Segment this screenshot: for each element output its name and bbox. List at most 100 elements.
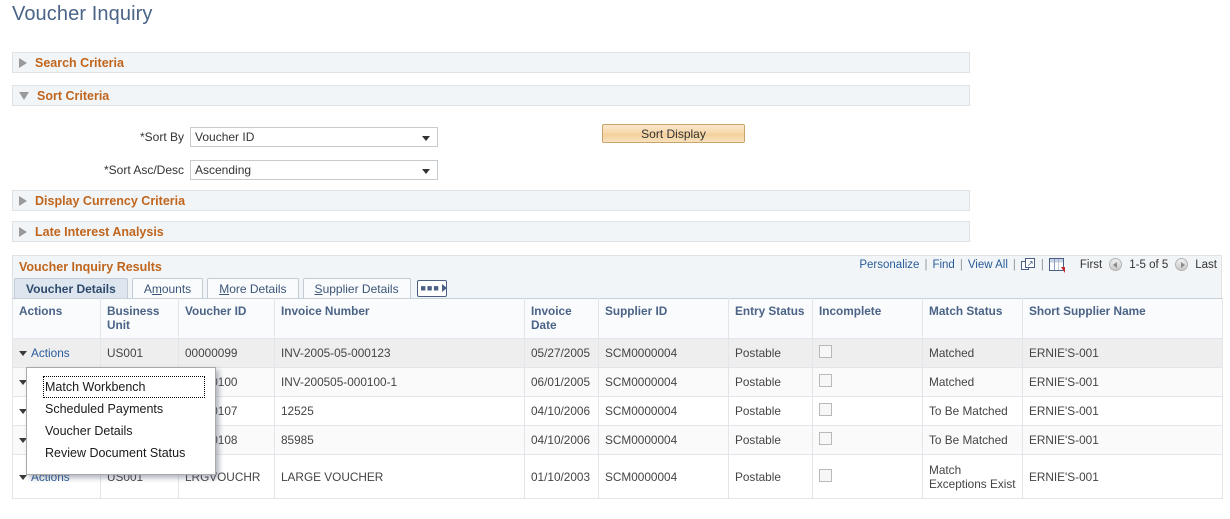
cell-incomplete <box>812 367 923 397</box>
row-actions-cell[interactable]: Actions <box>12 338 101 368</box>
pager-last-label[interactable]: Last <box>1195 259 1217 271</box>
cell-incomplete <box>812 454 923 499</box>
next-arrow-icon[interactable] <box>1175 258 1189 271</box>
cell-supplier-id: SCM0000004 <box>598 425 729 455</box>
grid-toolbar: Personalize | Find | View All | ↗ | Firs… <box>859 258 1217 273</box>
menu-item-review-document-status[interactable]: Review Document Status <box>27 442 215 464</box>
cell-invoice-number: INV-200505-000100-1 <box>274 367 525 397</box>
cell-match-status: Match Exceptions Exist <box>922 454 1023 499</box>
table-row: Actions US001 00000099 INV-2005-05-00012… <box>12 338 1223 368</box>
sort-criteria-body: *Sort By Voucher ID *Sort Asc/Desc Ascen… <box>0 108 970 186</box>
section-label: Sort Criteria <box>37 88 110 103</box>
col-invoice-date: Invoice Date <box>524 298 599 339</box>
tab-amounts[interactable]: Amounts <box>131 278 204 298</box>
voucher-inquiry-page: Voucher Inquiry Search Criteria Sort Cri… <box>0 0 1230 519</box>
cell-invoice-date: 01/10/2003 <box>524 454 599 499</box>
prev-arrow-icon[interactable] <box>1109 258 1123 271</box>
separator: | <box>1012 258 1016 271</box>
cell-supplier-id: SCM0000004 <box>598 338 729 368</box>
menu-item-match-workbench[interactable]: Match Workbench <box>43 376 205 398</box>
cell-invoice-number: 85985 <box>274 425 525 455</box>
show-all-columns-icon[interactable]: ■■■ <box>416 280 447 297</box>
col-match-status: Match Status <box>922 298 1023 339</box>
sort-by-select[interactable]: Voucher ID <box>190 127 438 147</box>
cell-invoice-date: 04/10/2006 <box>524 425 599 455</box>
cell-match-status: To Be Matched <box>922 396 1023 426</box>
cell-match-status: Matched <box>922 338 1023 368</box>
tab-more-details[interactable]: More Details <box>207 278 299 298</box>
sort-direction-select[interactable]: Ascending <box>190 160 438 180</box>
sort-direction-value: Ascending <box>195 163 252 177</box>
cell-entry-status: Postable <box>728 454 813 499</box>
cell-match-status: To Be Matched <box>922 425 1023 455</box>
cell-incomplete <box>812 425 923 455</box>
incomplete-checkbox[interactable] <box>819 468 832 482</box>
cell-entry-status: Postable <box>728 425 813 455</box>
cell-invoice-date: 04/10/2006 <box>524 396 599 426</box>
cell-short-supplier-name: ERNIE'S-001 <box>1022 454 1223 499</box>
menu-item-scheduled-payments[interactable]: Scheduled Payments <box>27 398 215 420</box>
separator: | <box>1040 258 1044 271</box>
incomplete-checkbox[interactable] <box>819 374 832 387</box>
section-label: Search Criteria <box>35 55 124 70</box>
col-actions: Actions <box>12 298 101 339</box>
results-title: Voucher Inquiry Results <box>19 259 162 274</box>
view-all-link[interactable]: View All <box>968 259 1008 271</box>
chevron-down-icon <box>19 351 27 357</box>
tab-supplier-details[interactable]: Supplier Details <box>302 278 411 298</box>
sort-by-label: *Sort By <box>139 130 184 144</box>
cell-match-status: Matched <box>922 367 1023 397</box>
chevron-down-icon <box>19 91 29 100</box>
cell-incomplete <box>812 338 923 368</box>
col-incomplete: Incomplete <box>812 298 923 339</box>
chevron-right-icon <box>19 57 27 68</box>
cell-entry-status: Postable <box>728 396 813 426</box>
pager-first-label[interactable]: First <box>1080 259 1102 271</box>
incomplete-checkbox[interactable] <box>819 432 832 445</box>
cell-entry-status: Postable <box>728 338 813 368</box>
col-entry-status: Entry Status <box>728 298 813 339</box>
separator: | <box>924 258 928 271</box>
sort-direction-row: *Sort Asc/Desc Ascending <box>0 160 438 180</box>
separator: | <box>959 258 963 271</box>
personalize-link[interactable]: Personalize <box>859 259 919 271</box>
menu-item-voucher-details[interactable]: Voucher Details <box>27 420 215 442</box>
new-window-icon[interactable]: ↗ <box>1020 258 1036 271</box>
cell-supplier-id: SCM0000004 <box>598 454 729 499</box>
results-tab-strip: Voucher Details Amounts More Details Sup… <box>12 277 1222 298</box>
cell-invoice-date: 06/01/2005 <box>524 367 599 397</box>
tab-label: Voucher Details <box>26 281 116 296</box>
cell-short-supplier-name: ERNIE'S-001 <box>1022 367 1223 397</box>
tab-voucher-details[interactable]: Voucher Details <box>14 278 128 298</box>
actions-link[interactable]: Actions <box>31 346 70 360</box>
table-header-row: Actions Business Unit Voucher ID Invoice… <box>12 298 1223 339</box>
incomplete-checkbox[interactable] <box>819 403 832 416</box>
section-label: Display Currency Criteria <box>35 193 186 208</box>
download-to-excel-icon[interactable] <box>1048 258 1065 273</box>
section-header-late-interest-analysis[interactable]: Late Interest Analysis <box>12 221 970 242</box>
chevron-down-icon <box>422 136 430 141</box>
sort-display-button[interactable]: Sort Display <box>602 124 745 143</box>
col-voucher-id: Voucher ID <box>178 298 275 339</box>
section-label: Late Interest Analysis <box>35 224 164 239</box>
section-header-search-criteria[interactable]: Search Criteria <box>12 52 970 73</box>
cell-invoice-number: INV-2005-05-000123 <box>274 338 525 368</box>
chevron-right-icon <box>19 226 27 237</box>
cell-invoice-number: LARGE VOUCHER <box>274 454 525 499</box>
cell-short-supplier-name: ERNIE'S-001 <box>1022 338 1223 368</box>
actions-dropdown-menu: Match Workbench Scheduled Payments Vouch… <box>26 367 216 475</box>
cell-invoice-number: 12525 <box>274 396 525 426</box>
col-invoice-number: Invoice Number <box>274 298 525 339</box>
pager-range: 1-5 of 5 <box>1129 258 1169 271</box>
incomplete-checkbox[interactable] <box>819 345 832 358</box>
find-link[interactable]: Find <box>932 259 954 271</box>
section-header-display-currency-criteria[interactable]: Display Currency Criteria <box>12 190 970 211</box>
col-business-unit: Business Unit <box>100 298 179 339</box>
cell-short-supplier-name: ERNIE'S-001 <box>1022 396 1223 426</box>
cell-voucher-id: 00000099 <box>178 338 275 368</box>
section-header-sort-criteria[interactable]: Sort Criteria <box>12 85 970 106</box>
col-short-supplier-name: Short Supplier Name <box>1022 298 1223 339</box>
cell-supplier-id: SCM0000004 <box>598 367 729 397</box>
sort-direction-label: *Sort Asc/Desc <box>103 163 184 177</box>
cell-entry-status: Postable <box>728 367 813 397</box>
